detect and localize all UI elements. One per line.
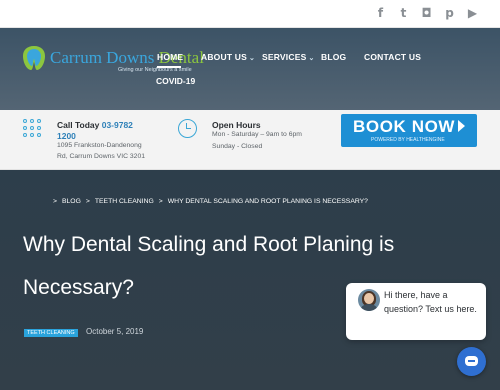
facebook-icon[interactable]: f (375, 6, 386, 20)
phone-link-part1[interactable]: 03-9782 (102, 120, 133, 130)
nav-services-label: SERVICES (262, 52, 307, 62)
main-nav: HOME ABOUT US ⌄ SERVICES ⌄ BLOG CONTACT US (0, 52, 500, 72)
breadcrumb-separator: > (158, 198, 163, 205)
youtube-icon[interactable]: ▶ (467, 6, 478, 20)
nav-contact[interactable]: CONTACT US (364, 52, 421, 62)
category-badge[interactable]: TEETH CLEANING (24, 329, 78, 337)
book-now-button[interactable]: BOOK NOW POWERED BY HEALTHENGINE (341, 114, 477, 147)
chat-icon (465, 356, 478, 366)
post-title-line-2: Necessary? (23, 276, 134, 299)
nav-blog[interactable]: BLOG (321, 52, 346, 62)
play-arrow-icon (458, 120, 465, 132)
site-header: Carrum Downs Dental Giving our Neighbour… (0, 28, 500, 110)
nav-active-indicator (157, 66, 181, 68)
breadcrumb-separator: > (53, 198, 57, 205)
call-label: Call Today (57, 120, 102, 130)
post-title-line-1: Why Dental Scaling and Root Planing is (23, 233, 395, 256)
nav-about-label: ABOUT US (201, 52, 247, 62)
post-hero: > BLOG > TEETH CLEANING > WHY DENTAL SCA… (0, 170, 500, 390)
nav-services[interactable]: SERVICES ⌄ (262, 52, 315, 62)
hours-weekday: Mon - Saturday – 9am to 6pm (212, 131, 302, 138)
instagram-icon[interactable]: ◘ (421, 6, 432, 20)
breadcrumb-teeth-cleaning[interactable]: TEETH CLEANING (95, 198, 154, 205)
twitter-icon[interactable]: t (398, 6, 409, 20)
pinterest-icon[interactable]: p (444, 6, 455, 20)
call-today: Call Today 03-9782 (57, 120, 133, 130)
dots-grid-icon (23, 119, 43, 139)
clock-icon (178, 119, 197, 138)
breadcrumb-current: WHY DENTAL SCALING AND ROOT PLANING IS N… (167, 198, 368, 205)
address-line-2: Rd, Carrum Downs VIC 3201 (57, 153, 146, 160)
chat-open-button[interactable] (457, 347, 486, 376)
phone-link-part2[interactable]: 1200 (57, 131, 76, 141)
post-date: October 5, 2019 (86, 327, 144, 336)
nav-covid[interactable]: COVID-19 (156, 76, 195, 86)
social-icons: f t ◘ p ▶ (375, 6, 478, 20)
book-now-label: BOOK NOW (353, 117, 456, 136)
breadcrumb: > BLOG > TEETH CLEANING > WHY DENTAL SCA… (48, 198, 368, 205)
avatar (358, 289, 380, 311)
chevron-down-icon: ⌄ (308, 55, 315, 62)
hours-sunday: Sunday - Closed (212, 143, 263, 150)
chevron-down-icon: ⌄ (249, 55, 256, 62)
book-now-powered-by: POWERED BY HEALTHENGINE (371, 137, 445, 143)
chat-message: Hi there, have a question? Text us here. (384, 290, 477, 314)
breadcrumb-separator: > (85, 198, 90, 205)
open-hours-title: Open Hours (212, 120, 261, 130)
chat-greeting-bubble[interactable]: Hi there, have a question? Text us here. (346, 283, 486, 340)
social-bar: f t ◘ p ▶ (0, 0, 500, 28)
nav-home[interactable]: HOME (157, 52, 183, 62)
contact-info-bar: Call Today 03-9782 1200 1095 Frankston-D… (0, 110, 500, 170)
address-line-1: 1095 Frankston-Dandenong (57, 142, 142, 149)
nav-about[interactable]: ABOUT US ⌄ (201, 52, 255, 62)
breadcrumb-blog[interactable]: BLOG (62, 198, 81, 205)
